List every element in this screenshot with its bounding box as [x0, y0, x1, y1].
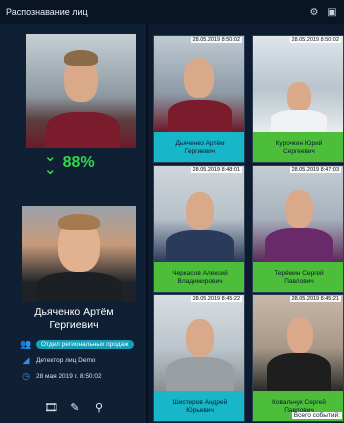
match-indicator: ⌄ ⌄ 88% [44, 148, 95, 178]
window-title: Распознавание лиц [6, 7, 88, 17]
event-name: Курочкин Юрий Сергеевич [253, 132, 343, 162]
event-name-line1: Дьяченко Артём [175, 140, 225, 147]
event-card[interactable]: 28.05.2019 8:45:22 Шистеров Андрей Юрьеви… [153, 294, 245, 422]
event-body [267, 353, 331, 391]
event-name-line2: Юрьевич [186, 407, 214, 414]
event-snapshot [253, 295, 343, 391]
event-name: Терёмин Сергей Павлович [253, 262, 343, 292]
event-timestamp: 28.05.2019 8:50:02 [289, 37, 341, 43]
event-name-line2: Сергеевич [283, 148, 315, 155]
event-name-line2: Павлович [284, 278, 314, 285]
face-recognition-window: Распознавание лиц ⚙ ▣ ⌄ ⌄ 88% Дьяченко Ар… [0, 0, 344, 423]
person-name: Дьяченко Артём Гергиевич [4, 306, 144, 332]
event-name: Дьяченко Артём Гергиевич [154, 132, 244, 162]
film-icon[interactable]: 🎞 [44, 400, 58, 414]
event-card[interactable]: 28.05.2019 8:45:21 Ковальчук Сергей Павло… [252, 294, 344, 422]
total-events-label: Всего событий: [291, 412, 342, 419]
event-timestamp: 28.05.2019 8:47:03 [289, 167, 341, 173]
datetime-label: 28 мая 2019 г. 8:50:02 [36, 372, 102, 380]
event-card[interactable]: 28.05.2019 8:47:03 Терёмин Сергей Павлови… [252, 165, 344, 293]
window-icon[interactable]: ▣ [326, 6, 338, 18]
event-snapshot [253, 166, 343, 262]
event-body [265, 228, 333, 262]
event-card[interactable]: 28.05.2019 8:48:01 Черкасов Алексей Влади… [153, 165, 245, 293]
snapshot-body [46, 112, 120, 148]
department-row: 👥 Отдел региональных продаж [20, 337, 134, 351]
event-body [166, 230, 234, 262]
event-timestamp: 28.05.2019 8:45:21 [289, 296, 341, 302]
event-face [186, 192, 214, 230]
event-snapshot [253, 36, 343, 132]
detector-row: ◢ Детектор лиц Demo [20, 353, 96, 367]
event-snapshot [154, 166, 244, 262]
detector-label: Детектор лиц Demo [36, 356, 96, 364]
camera-icon: ◢ [22, 354, 30, 365]
database-photo[interactable] [22, 206, 136, 302]
event-body [166, 357, 234, 391]
event-snapshot [154, 295, 244, 391]
event-name: Шистеров Андрей Юрьевич [154, 391, 244, 421]
person-name-line1: Дьяченко Артём [34, 306, 114, 318]
camera-snapshot[interactable] [26, 34, 136, 148]
event-name-line2: Гергиевич [184, 148, 216, 155]
event-timestamp: 28.05.2019 8:50:02 [190, 37, 242, 43]
event-face [287, 82, 311, 112]
event-name-line2: Владимирович [177, 278, 223, 285]
event-face [186, 319, 214, 357]
detail-panel: ⌄ ⌄ 88% Дьяченко Артём Гергиевич 👥 Отдел … [0, 24, 146, 423]
person-name-line2: Гергиевич [49, 319, 99, 331]
event-timestamp: 28.05.2019 8:45:22 [190, 296, 242, 302]
gear-icon[interactable]: ⚙ [308, 6, 320, 18]
events-grid: 28.05.2019 8:50:02 Дьяченко Артём Гергиев… [149, 24, 344, 423]
detail-toolbar: 🎞 ✎ ⚲ [44, 400, 106, 414]
db-photo-hair [58, 214, 100, 230]
match-percent: 88% [62, 154, 95, 171]
event-snapshot [154, 36, 244, 132]
event-card[interactable]: 28.05.2019 8:50:02 Дьяченко Артём Гергиев… [153, 35, 245, 163]
department-badge: Отдел региональных продаж [36, 339, 134, 349]
clock-icon: ◷ [22, 370, 30, 381]
event-name-line1: Терёмин Сергей [274, 270, 324, 277]
event-name-line1: Шистеров Андрей [172, 399, 228, 406]
event-face [184, 58, 214, 98]
person-edit-icon[interactable]: ✎ [68, 400, 82, 414]
event-body [168, 100, 232, 132]
snapshot-hair [64, 50, 98, 66]
datetime-row: ◷ 28 мая 2019 г. 8:50:02 [20, 369, 102, 383]
event-name-line1: Курочкин Юрий [275, 140, 323, 147]
event-name-line1: Черкасов Алексей [172, 270, 228, 277]
event-body [271, 110, 327, 132]
event-card[interactable]: 28.05.2019 8:50:02 Курочкин Юрий Сергееви… [252, 35, 344, 163]
title-bar: Распознавание лиц ⚙ ▣ [0, 0, 344, 24]
panel-divider [146, 24, 148, 423]
event-face [287, 317, 313, 353]
event-name-line1: Ковальчук Сергей [272, 399, 326, 406]
person-search-icon[interactable]: ⚲ [92, 400, 106, 414]
db-photo-body [36, 272, 122, 302]
event-face [285, 190, 313, 228]
double-chevron-down-icon: ⌄ ⌄ [44, 148, 57, 178]
event-timestamp: 28.05.2019 8:48:01 [190, 167, 242, 173]
event-name: Черкасов Алексей Владимирович [154, 262, 244, 292]
group-icon: 👥 [20, 338, 32, 349]
